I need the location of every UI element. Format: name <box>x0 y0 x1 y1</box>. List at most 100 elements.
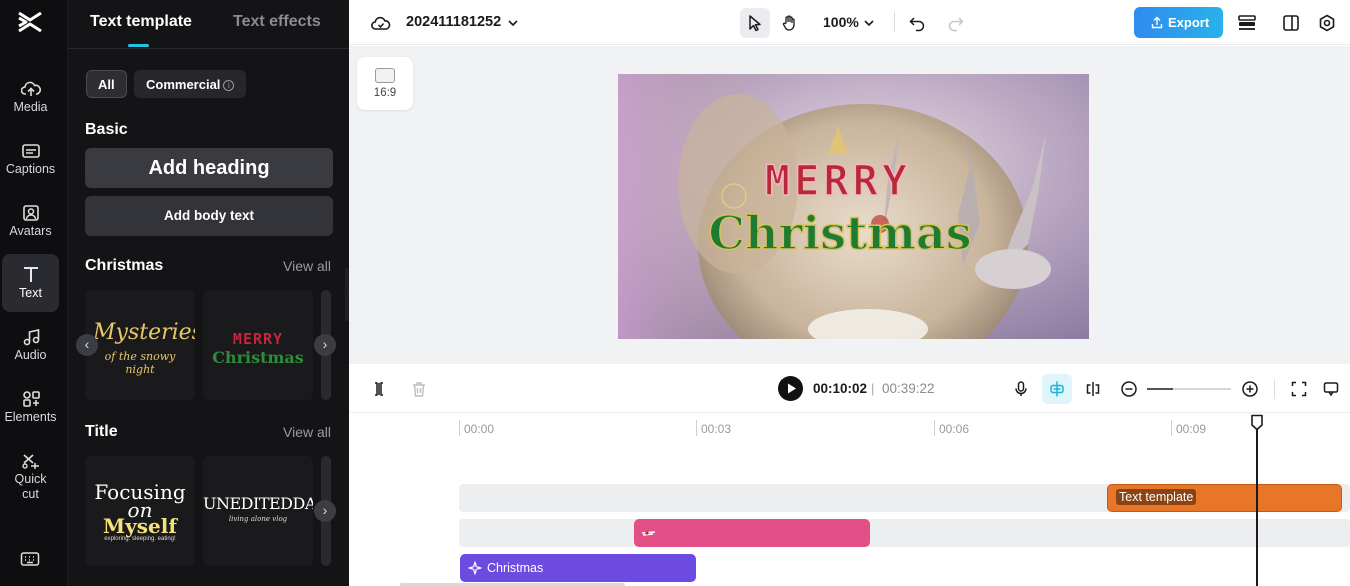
aspect-ratio-button[interactable]: 16:9 <box>357 57 413 110</box>
sparkle-icon <box>468 561 482 575</box>
sticker-thumbnail-icon <box>641 531 656 536</box>
title-view-all-link[interactable]: View all <box>283 424 331 440</box>
rail-label-text: Text <box>19 286 42 300</box>
undo-icon[interactable] <box>902 8 932 38</box>
rail-label-cut: cut <box>22 487 39 501</box>
rail-item-audio[interactable]: Audio <box>2 318 59 376</box>
rail-label-media: Media <box>13 100 48 114</box>
top-bar: 202411181252 100% Export <box>349 0 1350 45</box>
microphone-icon[interactable] <box>1006 374 1036 404</box>
keyboard-icon[interactable] <box>20 551 40 572</box>
timeline-zoom-slider[interactable] <box>1147 388 1231 390</box>
zoom-chevron-icon[interactable] <box>854 8 884 38</box>
zoom-in-icon[interactable] <box>1235 374 1265 404</box>
split-trim-icon[interactable] <box>364 374 394 404</box>
total-duration: 00:39:22 <box>882 381 935 396</box>
rail-item-elements[interactable]: Elements <box>2 380 59 438</box>
rail-label-elements: Elements <box>4 410 57 424</box>
ruler-tick-6: 00:06 <box>934 420 969 436</box>
split-layout-icon[interactable] <box>1276 8 1306 38</box>
text-panel: Text template Text effects All Commercia… <box>68 0 349 586</box>
music-note-icon <box>23 329 39 346</box>
panel-tabs: Text template Text effects <box>68 0 349 49</box>
tab-text-template[interactable]: Text template <box>90 13 192 31</box>
filter-all-chip[interactable]: All <box>86 70 127 98</box>
rail-item-captions[interactable]: Captions <box>2 132 59 190</box>
rail-label-captions: Captions <box>5 162 56 176</box>
magnet-snap-icon[interactable] <box>1042 374 1072 404</box>
cloud-sync-icon[interactable] <box>366 8 396 38</box>
sticker-track[interactable] <box>459 519 1350 547</box>
capcut-logo-icon[interactable] <box>16 9 44 35</box>
comment-icon[interactable] <box>1316 374 1346 404</box>
layers-menu-icon[interactable] <box>1232 8 1262 38</box>
redo-icon[interactable] <box>941 8 971 38</box>
text-template-clip-label: Text template <box>1116 489 1197 505</box>
playhead-handle-icon[interactable] <box>1250 414 1264 431</box>
select-pointer-icon[interactable] <box>740 8 770 38</box>
filter-commercial-label: Commercial <box>146 77 221 92</box>
current-time: 00:10:02 <box>813 381 868 396</box>
text-template-clip[interactable]: Text template <box>1107 484 1342 512</box>
aspect-ratio-icon <box>375 68 395 83</box>
editor-app: Media Captions Avatars Text Audio Elemen… <box>0 0 1350 586</box>
hand-pan-icon[interactable] <box>775 8 805 38</box>
settings-gear-icon[interactable] <box>1312 8 1342 38</box>
project-menu-chevron-icon[interactable] <box>498 8 528 38</box>
delete-trash-icon[interactable] <box>404 374 434 404</box>
card-merry-line1: MERRY <box>232 330 284 348</box>
rail-item-quick-cut[interactable]: Quick cut <box>2 442 59 508</box>
zoom-out-icon[interactable] <box>1114 374 1144 404</box>
rail-label-quick: Quick <box>14 472 47 486</box>
template-card-focusing[interactable]: Focusing on Myself exploring. sleeping. … <box>85 456 195 566</box>
quick-cut-icon <box>21 454 39 469</box>
template-card-uneditedday[interactable]: UNEDITEDDAY living alone vlog <box>203 456 313 566</box>
template-card-mysteries[interactable]: Mysteries of the snowy night <box>85 290 195 400</box>
rail-item-media[interactable]: Media <box>2 70 59 128</box>
aspect-ratio-label: 16:9 <box>373 87 397 99</box>
christmas-prev-arrow-icon[interactable]: ‹ <box>76 334 98 356</box>
export-button[interactable]: Export <box>1134 7 1223 38</box>
title-next-arrow-icon[interactable]: › <box>314 500 336 522</box>
rail-label-audio: Audio <box>14 348 47 362</box>
playhead-line[interactable] <box>1256 428 1258 586</box>
play-button[interactable] <box>778 376 803 401</box>
christmas-clip[interactable]: Christmas <box>460 554 696 582</box>
link-split-icon[interactable] <box>1078 374 1108 404</box>
ruler-tick-3: 00:03 <box>696 420 731 436</box>
video-frame-image: MERRY Christmas <box>618 74 1089 339</box>
rail-item-text[interactable]: Text <box>2 254 59 312</box>
avatar-icon <box>22 205 39 221</box>
left-rail: Media Captions Avatars Text Audio Elemen… <box>0 0 68 586</box>
project-name[interactable]: 202411181252 <box>406 14 501 30</box>
sticker-clip[interactable] <box>634 519 870 547</box>
fit-timeline-icon[interactable] <box>1284 374 1314 404</box>
preview-stage: 16:9 MERRY Christmas <box>349 46 1350 364</box>
time-separator: | <box>871 381 875 396</box>
ruler-tick-9: 00:09 <box>1171 420 1206 436</box>
rail-label-avatars: Avatars <box>9 224 52 238</box>
filter-commercial-chip[interactable]: Commercial i <box>134 70 247 98</box>
cloud-upload-icon <box>20 81 41 96</box>
info-icon: i <box>223 80 235 91</box>
card-focusing-line3: Myself <box>103 514 177 538</box>
add-body-text-button[interactable]: Add body text <box>85 196 333 236</box>
text-icon <box>23 267 38 282</box>
timeline-toolbar: 00:10:02 | 00:39:22 <box>349 364 1350 413</box>
ruler-tick-0: 00:00 <box>459 420 494 436</box>
title-section-title: Title <box>85 423 118 440</box>
card-uneditedday-line2: living alone vlog <box>228 515 288 523</box>
active-tab-indicator <box>128 44 149 47</box>
template-card-merry-christmas[interactable]: MERRY Christmas <box>203 290 313 400</box>
add-heading-button[interactable]: Add heading <box>85 148 333 188</box>
toolbar-divider <box>894 12 895 32</box>
video-merry-text: MERRY <box>765 156 911 205</box>
export-label: Export <box>1168 15 1210 30</box>
christmas-view-all-link[interactable]: View all <box>283 258 331 274</box>
tab-text-effects[interactable]: Text effects <box>233 13 321 31</box>
card-mysteries-line2: of the snowy night <box>104 350 176 376</box>
rail-item-avatars[interactable]: Avatars <box>2 194 59 252</box>
video-preview[interactable]: MERRY Christmas <box>618 74 1089 339</box>
christmas-next-arrow-icon[interactable]: › <box>314 334 336 356</box>
card-uneditedday-line1: UNEDITEDDAY <box>203 494 313 513</box>
